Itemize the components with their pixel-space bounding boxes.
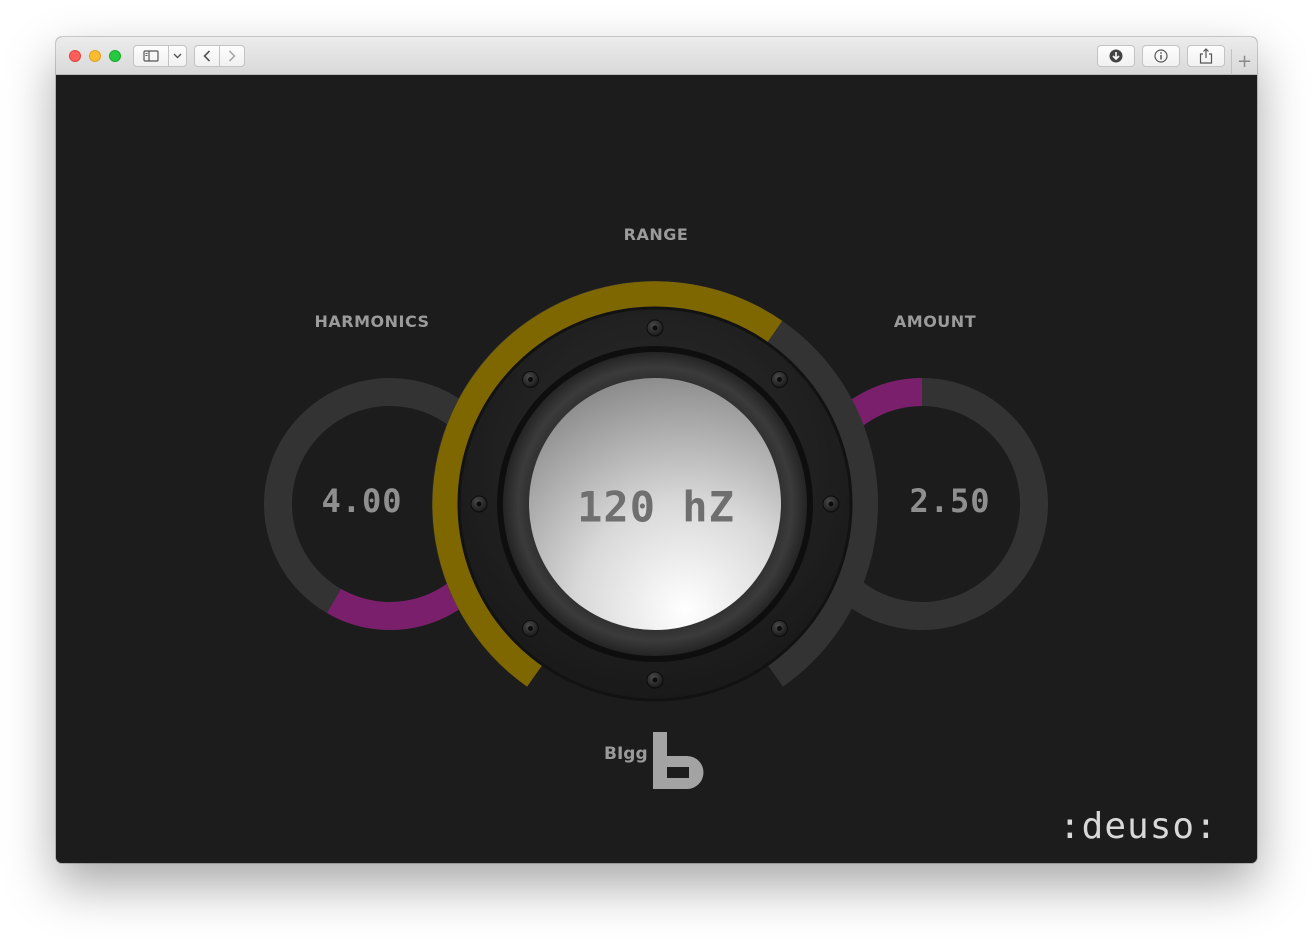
- screw-head: [528, 626, 533, 631]
- close-window-button[interactable]: [69, 50, 81, 62]
- product-logo: [653, 732, 704, 789]
- chevron-down-icon: [173, 53, 182, 59]
- harmonics-value: 4.00: [321, 482, 403, 520]
- amount-value: 2.50: [909, 482, 991, 520]
- plus-icon: +: [1236, 51, 1253, 72]
- screw-head: [528, 377, 533, 382]
- maker-logo: :deuso:: [1059, 806, 1218, 847]
- screw-head: [476, 501, 482, 507]
- minimize-window-button[interactable]: [89, 50, 101, 62]
- forward-icon: [228, 50, 236, 62]
- download-icon: [1109, 49, 1123, 63]
- amount-label: AMOUNT: [893, 312, 977, 331]
- title-bar: +: [56, 37, 1257, 75]
- harmonics-label: HARMONICS: [314, 312, 430, 331]
- sidebar-icon: [143, 50, 159, 62]
- screw-head: [652, 677, 658, 683]
- sidebar-menu-button[interactable]: [168, 45, 187, 67]
- screw-head: [828, 501, 834, 507]
- new-tab-button[interactable]: +: [1231, 49, 1257, 75]
- zoom-window-button[interactable]: [109, 50, 121, 62]
- share-button[interactable]: [1187, 45, 1225, 67]
- back-button[interactable]: [194, 45, 220, 67]
- screw-head: [777, 377, 782, 382]
- range-label: RANGE: [623, 225, 689, 244]
- info-button[interactable]: [1142, 45, 1180, 67]
- browser-window: + RANGE HARMONICS AMOUNT 4.00 2.50 120 h…: [56, 37, 1257, 863]
- back-icon: [203, 50, 211, 62]
- downloads-button[interactable]: [1097, 45, 1135, 67]
- info-icon: [1154, 49, 1168, 63]
- share-icon: [1199, 48, 1213, 64]
- sidebar-toggle-button[interactable]: [133, 45, 169, 67]
- range-value: 120 hZ: [577, 482, 735, 532]
- screw-head: [652, 325, 658, 331]
- plugin-panel: RANGE HARMONICS AMOUNT 4.00 2.50 120 hZ …: [56, 75, 1257, 863]
- screw-head: [777, 626, 782, 631]
- product-name: BIgg: [604, 744, 648, 764]
- forward-button[interactable]: [219, 45, 245, 67]
